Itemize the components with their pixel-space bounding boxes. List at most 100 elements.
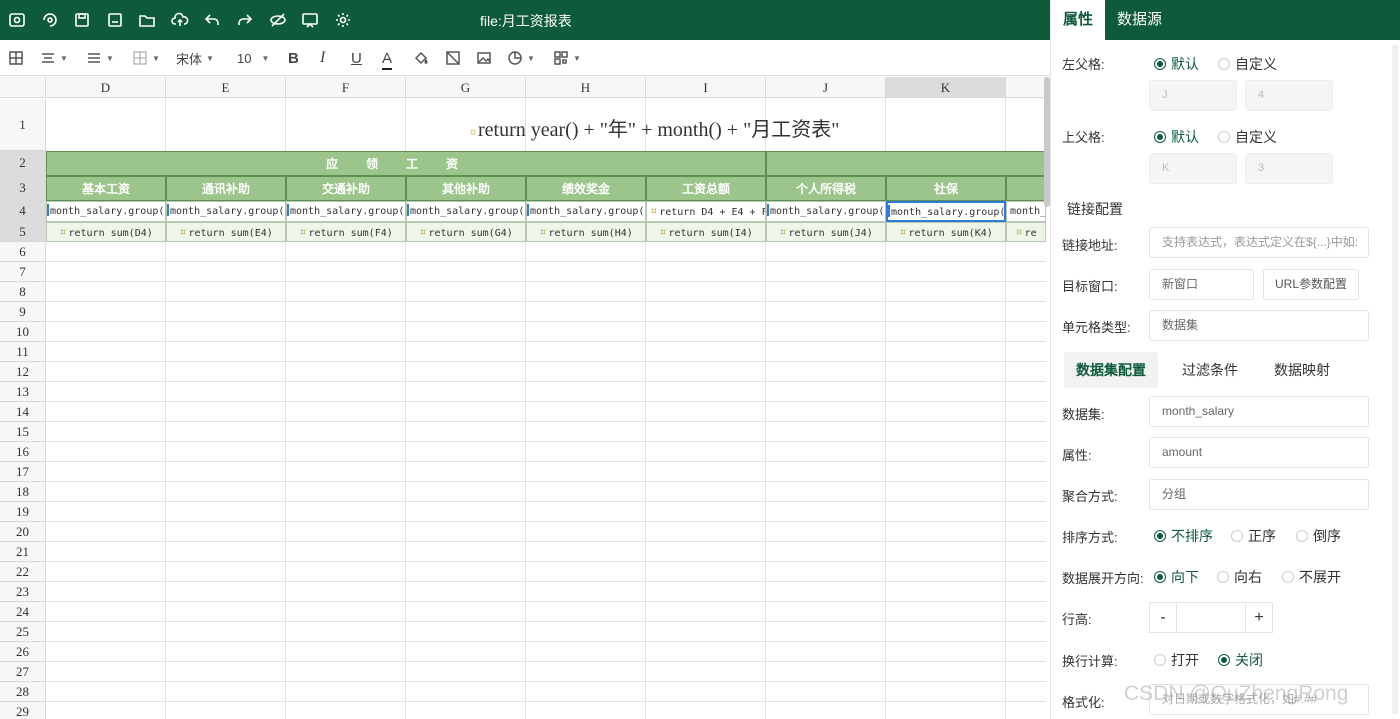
row-header-12[interactable]: 12 [0,362,46,382]
insert-image-icon[interactable] [476,48,492,68]
data-cell[interactable]: ¤ return D4 + E4 + F4 [646,201,766,222]
underline-button[interactable]: U [351,48,362,68]
row-height-input[interactable] [1176,602,1246,633]
row-header-3[interactable]: 3 [0,176,46,201]
column-title-cell[interactable]: 个人所得税 [766,176,886,201]
selected-cell[interactable]: month_salary.group(a [886,201,1006,222]
row-header-28[interactable]: 28 [0,682,46,702]
row-header-23[interactable]: 23 [0,582,46,602]
data-cell[interactable]: month_salary.group(a [46,201,166,222]
left-parent-col-input[interactable]: J [1149,80,1237,111]
row-header-26[interactable]: 26 [0,642,46,662]
row-header-19[interactable]: 19 [0,502,46,522]
expand-right-radio[interactable]: 向右 [1217,567,1262,587]
wrap-on-radio[interactable]: 打开 [1154,650,1199,670]
sum-cell[interactable]: ¤ return sum(G4) [406,222,526,242]
valign-icon[interactable]: ▼ [86,48,114,68]
row-header-8[interactable]: 8 [0,282,46,302]
data-cell[interactable]: month_salary.group(a [766,201,886,222]
row-height-plus-button[interactable]: + [1245,602,1273,633]
bold-button[interactable]: B [288,48,299,68]
column-title-cell[interactable]: 通讯补助 [166,176,286,201]
group-header-cell-2[interactable] [766,151,1046,176]
sort-none-radio[interactable]: 不排序 [1154,526,1213,546]
chart-preview-icon[interactable] [298,8,322,32]
row-header-25[interactable]: 25 [0,622,46,642]
column-header-g[interactable]: G [406,77,526,98]
column-title-cell[interactable] [1006,176,1046,201]
cell-type-select[interactable]: 数据集 [1149,310,1369,341]
save-icon[interactable] [70,8,94,32]
top-parent-col-input[interactable]: K [1149,153,1237,184]
row-header-22[interactable]: 22 [0,562,46,582]
attr-select[interactable]: amount [1149,437,1369,468]
column-title-cell[interactable]: 工资总额 [646,176,766,201]
sum-cell[interactable]: ¤ return sum(K4) [886,222,1006,242]
row-header-13[interactable]: 13 [0,382,46,402]
panel-scrollbar[interactable] [1392,44,1398,714]
insert-chart-icon[interactable]: ▼ [507,48,535,68]
data-cell[interactable]: month_salary.group(a [526,201,646,222]
row-header-4[interactable]: 4 [0,201,46,222]
column-title-cell[interactable]: 其他补助 [406,176,526,201]
agg-select[interactable]: 分组 [1149,479,1369,510]
freeze-icon[interactable] [8,48,24,68]
redo-icon[interactable] [233,8,257,32]
column-header-i[interactable]: I [646,77,766,98]
sum-cell[interactable]: ¤ return sum(I4) [646,222,766,242]
row-header-6[interactable]: 6 [0,242,46,262]
row-header-17[interactable]: 17 [0,462,46,482]
column-header-d[interactable]: D [46,77,166,98]
top-parent-custom-radio[interactable]: 自定义 [1218,127,1277,147]
open-folder-icon[interactable] [135,8,159,32]
sum-cell[interactable]: ¤ return sum(F4) [286,222,406,242]
row-header-16[interactable]: 16 [0,442,46,462]
corner-cell[interactable] [0,77,46,98]
url-param-button[interactable]: URL参数配置 [1263,269,1359,300]
data-cell[interactable]: month_ [1006,201,1046,222]
sum-cell[interactable]: ¤ return sum(H4) [526,222,646,242]
clear-format-icon[interactable] [445,48,461,68]
group-header-cell[interactable]: 应领工资 [46,151,766,176]
save-as-icon[interactable] [38,8,62,32]
sum-cell[interactable]: ¤ return sum(J4) [766,222,886,242]
row-header-10[interactable]: 10 [0,322,46,342]
sort-asc-radio[interactable]: 正序 [1231,526,1276,546]
expand-none-radio[interactable]: 不展开 [1282,567,1341,587]
row-header-9[interactable]: 9 [0,302,46,322]
font-family-select[interactable]: 宋体 ▼ [176,48,214,68]
column-title-cell[interactable]: 交通补助 [286,176,406,201]
row-header-27[interactable]: 27 [0,662,46,682]
save-copy-icon[interactable] [103,8,127,32]
link-addr-input[interactable]: 支持表达式，表达式定义在${...}中如: [1149,227,1369,258]
column-header-f[interactable]: F [286,77,406,98]
row-header-18[interactable]: 18 [0,482,46,502]
row-header-7[interactable]: 7 [0,262,46,282]
qrcode-icon[interactable]: ▼ [553,48,581,68]
row-header-24[interactable]: 24 [0,602,46,622]
fill-color-icon[interactable] [413,48,429,68]
upload-icon[interactable] [168,8,192,32]
sort-desc-radio[interactable]: 倒序 [1296,526,1341,546]
row-header-29[interactable]: 29 [0,702,46,719]
row-header-11[interactable]: 11 [0,342,46,362]
italic-button[interactable]: I [320,48,325,68]
border-icon[interactable]: ▼ [132,48,160,68]
wrap-off-radio[interactable]: 关闭 [1218,650,1263,670]
sum-cell[interactable]: ¤ re [1006,222,1046,242]
row-header-20[interactable]: 20 [0,522,46,542]
column-header-next[interactable] [1006,77,1046,98]
row-header-1[interactable]: 1 [0,99,46,151]
row-header-5[interactable]: 5 [0,222,46,242]
settings-icon[interactable] [331,8,355,32]
tab-properties[interactable]: 属性 [1051,0,1106,40]
preview-icon[interactable] [5,8,29,32]
left-parent-custom-radio[interactable]: 自定义 [1218,54,1277,74]
column-title-cell[interactable]: 基本工资 [46,176,166,201]
top-parent-row-input[interactable]: 3 [1245,153,1333,184]
row-height-minus-button[interactable]: - [1149,602,1177,633]
sum-cell[interactable]: ¤ return sum(E4) [166,222,286,242]
font-size-select[interactable]: 10 ▼ [237,48,269,68]
column-header-e[interactable]: E [166,77,286,98]
data-cell[interactable]: month_salary.group(a [286,201,406,222]
